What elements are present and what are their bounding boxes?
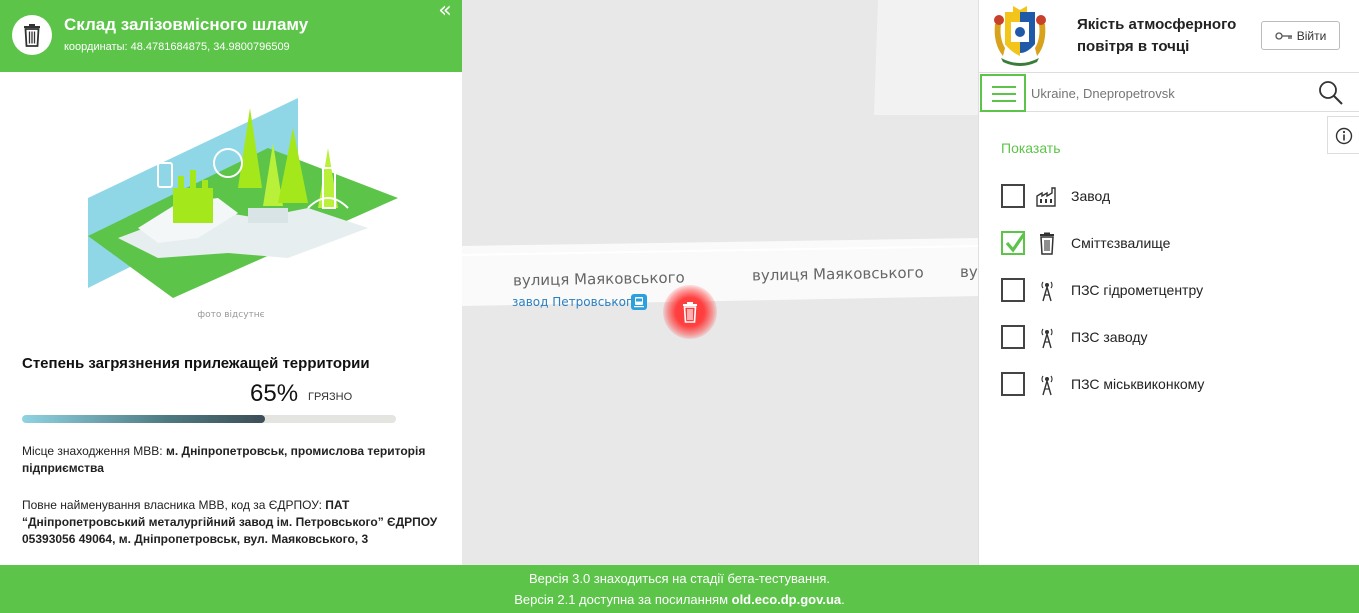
street-label-2: вулиця Маяковського: [751, 263, 924, 285]
pollution-percent: 65%: [250, 380, 299, 407]
hamburger-icon: [992, 86, 1016, 88]
coords-label: координаты:: [64, 41, 128, 53]
login-button[interactable]: Війти: [1261, 21, 1340, 50]
beta-notice-prefix: Версія 2.1 доступна за посиланням: [514, 592, 732, 607]
owner-info: Повне найменування власника МВВ, код за …: [22, 497, 442, 548]
pollution-progress-fill: [22, 415, 266, 423]
beta-notice-line2: Версія 2.1 доступна за посиланням old.ec…: [0, 589, 1359, 610]
layer-checkbox-hydromet-station[interactable]: [1001, 278, 1025, 302]
panel-header: Склад залізовмісного шламу координаты: 4…: [0, 0, 462, 72]
trash-icon: [1040, 232, 1054, 255]
info-icon: [1335, 127, 1353, 145]
object-coordinates: координаты: 48.4781684875, 34.9800796509: [64, 41, 290, 53]
hamburger-icon: [992, 93, 1016, 95]
beta-notice-footer: Версія 3.0 знаходиться на стадії бета-те…: [0, 565, 1359, 613]
layer-item-plant-station[interactable]: ПЗС заводу: [1001, 325, 1341, 351]
object-title: Склад залізовмісного шламу: [64, 15, 309, 34]
tower-icon: [1041, 328, 1053, 349]
beta-notice-suffix: .: [841, 592, 845, 607]
poi-label-plant[interactable]: завод Петровського: [512, 295, 640, 309]
login-label: Війти: [1296, 28, 1327, 43]
beta-notice-line1: Версія 3.0 знаходиться на стадії бета-те…: [528, 571, 831, 586]
layer-label-city-station: ПЗС міськвиконкому: [1071, 376, 1205, 392]
pollution-title: Степень загрязнения прилежащей территори…: [22, 355, 370, 372]
placeholder-illustration: [88, 98, 398, 298]
pollution-progress-bar: [22, 415, 396, 423]
street-label-3: ву: [960, 263, 978, 281]
coat-of-arms-icon: [994, 6, 1046, 66]
location-info: Місце знаходження МВВ: м. Дніпропетровсь…: [22, 443, 442, 477]
checkmark-icon: [1005, 233, 1026, 253]
info-button[interactable]: [1327, 116, 1359, 154]
object-type-badge: [12, 15, 52, 55]
show-layers-label: Показать: [1001, 140, 1061, 156]
photo-missing-note: фото відсутнє: [197, 310, 265, 320]
trash-icon: [24, 24, 40, 47]
layer-checkbox-city-station[interactable]: [1001, 372, 1025, 396]
street-label-1: вулиця Маяковського: [512, 268, 685, 290]
app-header: Якість атмосферного повітря в точці Війт…: [979, 0, 1359, 72]
collapse-panel-button[interactable]: «: [432, 0, 458, 26]
layer-label-landfill: Сміттєзвалище: [1071, 235, 1171, 251]
owner-label: Повне найменування власника МВВ, код за …: [22, 498, 322, 512]
search-icon: [1319, 81, 1343, 105]
coords-value: 48.4781684875, 34.9800796509: [130, 41, 290, 53]
search-button[interactable]: [1317, 79, 1345, 107]
tower-icon: [1041, 281, 1053, 302]
menu-button[interactable]: [980, 74, 1026, 112]
app-title: Якість атмосферного повітря в точці: [1077, 16, 1237, 55]
layers-panel: Якість атмосферного повітря в точці Війт…: [978, 0, 1359, 565]
layer-checkbox-landfill[interactable]: [1001, 231, 1026, 255]
location-label: Місце знаходження МВВ:: [22, 444, 163, 458]
factory-icon: [1036, 187, 1056, 207]
tram-icon[interactable]: [631, 294, 647, 310]
layer-item-city-station[interactable]: ПЗС міськвиконкому: [1001, 372, 1341, 398]
trash-icon: [683, 302, 697, 323]
layer-label-factory: Завод: [1071, 188, 1111, 204]
layer-item-factory[interactable]: Завод: [1001, 184, 1341, 210]
object-info-panel: Склад залізовмісного шламу координаты: 4…: [0, 0, 462, 565]
layer-checkbox-plant-station[interactable]: [1001, 325, 1025, 349]
layer-label-hydromet-station: ПЗС гідрометцентру: [1071, 282, 1204, 298]
layer-label-plant-station: ПЗС заводу: [1071, 329, 1148, 345]
layer-checkbox-factory[interactable]: [1001, 184, 1025, 208]
key-icon: [1275, 32, 1292, 40]
pollution-status: ГРЯЗНО: [308, 391, 353, 403]
hamburger-icon: [992, 100, 1016, 102]
layer-item-hydromet-station[interactable]: ПЗС гідрометцентру: [1001, 278, 1341, 304]
old-version-link[interactable]: old.eco.dp.gov.ua: [732, 592, 842, 607]
layer-item-landfill[interactable]: Сміттєзвалище: [1001, 231, 1341, 257]
landfill-marker[interactable]: [663, 285, 717, 339]
tower-icon: [1041, 375, 1053, 396]
search-input[interactable]: [1031, 77, 1311, 109]
search-bar: [979, 72, 1359, 112]
